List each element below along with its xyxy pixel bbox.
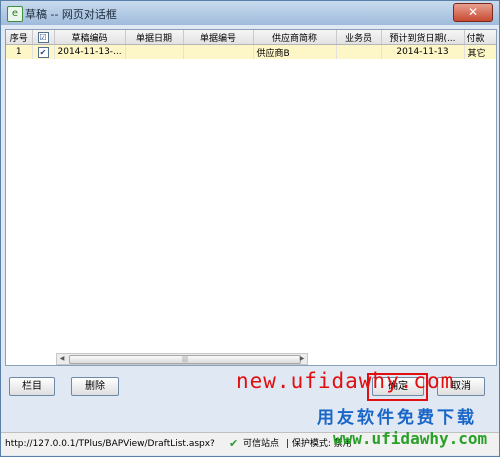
cell-draft-code: 2014-11-13-...: [54, 44, 126, 59]
cell-salesman: [336, 44, 382, 59]
ok-highlight-box: [367, 373, 428, 401]
cell-supplier: 供应商B: [253, 44, 337, 59]
col-header-doc-date[interactable]: 单据日期: [125, 30, 184, 45]
row-checkbox[interactable]: ✔: [37, 46, 49, 58]
horizontal-scrollbar[interactable]: ◀ ||| ▶: [56, 353, 308, 365]
cell-select[interactable]: ✔: [32, 44, 55, 59]
window-title: 草稿 -- 网页对话框: [25, 8, 117, 21]
scrollbar-thumb[interactable]: |||: [69, 355, 301, 364]
col-header-payment[interactable]: 付款: [464, 30, 496, 45]
scroll-left-arrow-icon[interactable]: ◀: [57, 354, 67, 364]
col-header-draft-code[interactable]: 草稿编码: [54, 30, 126, 45]
delete-button[interactable]: 删除: [71, 377, 119, 396]
cell-seq: 1: [6, 44, 33, 59]
cell-payment: 其它: [464, 44, 496, 59]
close-button[interactable]: ✕: [453, 3, 493, 22]
col-header-doc-no[interactable]: 单据编号: [183, 30, 254, 45]
draft-grid: 序号 ☑ 草稿编码 单据日期 单据编号 供应商简称 业务员 预计到货日期(...…: [5, 29, 497, 366]
header-row: 序号 ☑ 草稿编码 单据日期 单据编号 供应商简称 业务员 预计到货日期(...…: [6, 30, 496, 45]
scroll-right-arrow-icon[interactable]: ▶: [297, 354, 307, 364]
trusted-site-check-icon: ✔: [229, 437, 239, 450]
col-header-expected-date[interactable]: 预计到货日期(...: [381, 30, 465, 45]
watermark-url-bottom: www.ufidawhy.com: [333, 429, 488, 448]
title-bar[interactable]: e 草稿 -- 网页对话框 ✕: [1, 1, 499, 25]
watermark-brand: 用友软件免费下载: [317, 408, 477, 428]
col-header-supplier[interactable]: 供应商简称: [253, 30, 337, 45]
col-header-select-all[interactable]: ☑: [32, 30, 55, 45]
columns-button[interactable]: 栏目: [9, 377, 55, 396]
col-header-seq[interactable]: 序号: [6, 30, 33, 45]
ie-page-icon: e: [7, 6, 23, 22]
select-all-checkbox[interactable]: ☑: [37, 31, 49, 43]
draft-table: 序号 ☑ 草稿编码 单据日期 单据编号 供应商简称 业务员 预计到货日期(...…: [6, 30, 496, 59]
cell-doc-date: [125, 44, 184, 59]
table-row[interactable]: 1 ✔ 2014-11-13-... 供应商B 2014-11-13 其它: [6, 44, 496, 59]
cell-doc-no: [183, 44, 254, 59]
status-url: http://127.0.0.1/TPlus/BAPView/DraftList…: [5, 439, 215, 449]
cell-expected-date: 2014-11-13: [381, 44, 465, 59]
trusted-site-label: 可信站点: [243, 439, 280, 449]
col-header-salesman[interactable]: 业务员: [336, 30, 382, 45]
